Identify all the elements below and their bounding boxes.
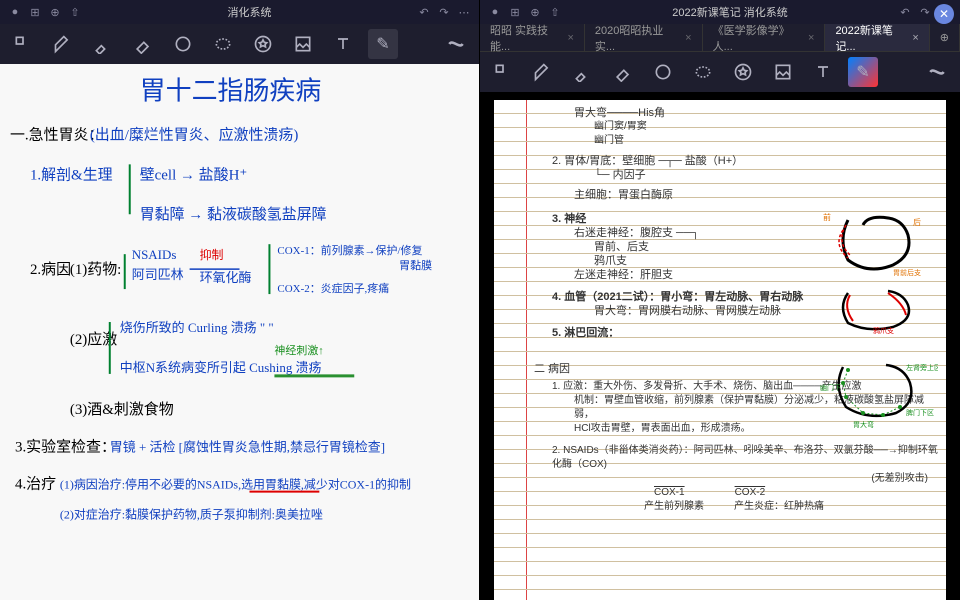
left-toolbar: ✎ [0,24,479,64]
color-pen-tool[interactable]: ✎ [368,29,398,59]
record-icon[interactable]: ● [488,5,502,19]
grid-icon[interactable]: ⊞ [28,5,42,19]
close-pane-button[interactable]: ✕ [934,4,954,24]
color-pen-tool[interactable]: ✎ [848,57,878,87]
select-tool[interactable] [488,57,518,87]
svg-text:胃大弯: 胃大弯 [853,420,874,429]
add-icon[interactable]: ⊕ [528,5,542,19]
highlighter-tool[interactable] [88,29,118,59]
image-tool[interactable] [768,57,798,87]
upload-icon[interactable]: ⇧ [548,5,562,19]
svg-text:COX-1：前列腺素→保护/修复: COX-1：前列腺素→保护/修复 [277,243,422,257]
star-tool[interactable] [248,29,278,59]
lasso-tool[interactable] [688,57,718,87]
pen-tool[interactable] [528,57,558,87]
grid-icon[interactable]: ⊞ [508,5,522,19]
left-canvas[interactable]: 胃十二指肠疾病 一.急性胃炎： (出血/糜烂性胃炎、应激性溃疡) 1.解剖&生理… [0,64,479,600]
svg-text:抑制: 抑制 [200,247,224,262]
close-icon[interactable]: × [912,32,918,44]
right-title: 2022新课笔记 消化系统 [568,4,892,20]
svg-text:(出血/糜烂性胃炎、应激性溃疡): (出血/糜烂性胃炎、应激性溃疡) [90,125,299,143]
svg-text:胃镜 + 活检 [腐蚀性胃炎急性期,禁忌行胃镜检查]: 胃镜 + 活检 [腐蚀性胃炎急性期,禁忌行胃镜检查] [110,440,385,455]
image-tool[interactable] [288,29,318,59]
svg-text:胃黏膜: 胃黏膜 [399,258,432,272]
select-tool[interactable] [8,29,38,59]
svg-text:左肾旁上区: 左肾旁上区 [906,363,938,372]
svg-text:1.解剖&生理: 1.解剖&生理 [30,166,113,183]
svg-text:脾门下区: 脾门下区 [906,408,934,417]
tab-2[interactable]: 《医学影像学》人...× [703,24,826,51]
undo-icon[interactable]: ↶ [417,5,431,19]
highlighter-tool[interactable] [568,57,598,87]
svg-text:烧伤所致的 Curling 溃疡 " ": 烧伤所致的 Curling 溃疡 " " [120,320,274,335]
pen-tool[interactable] [48,29,78,59]
lasso-tool[interactable] [208,29,238,59]
svg-text:3.实验室检查：: 3.实验室检查： [15,439,116,456]
add-icon[interactable]: ⊕ [48,5,62,19]
add-tab[interactable]: ⊕ [930,24,960,51]
svg-text:(2)对症治疗:黏膜保护药物,质子泵抑制剂:奥美拉唑: (2)对症治疗:黏膜保护药物,质子泵抑制剂:奥美拉唑 [60,507,323,522]
right-toolbar: ✎ [480,52,960,92]
redo-icon[interactable]: ↷ [918,5,932,19]
left-top-bar: ● ⊞ ⊕ ⇧ 消化系统 ↶ ↷ ⋯ [0,0,479,24]
svg-text:(1)病因治疗:停用不必要的NSAIDs,选用胃黏膜,减少对: (1)病因治疗:停用不必要的NSAIDs,选用胃黏膜,减少对COX-1的抑制 [60,477,411,492]
svg-text:中枢N系统病变所引起 Cushing 溃疡: 中枢N系统病变所引起 Cushing 溃疡 [120,360,322,375]
more-icon[interactable]: ⋯ [457,5,471,19]
svg-text:胃前后支: 胃前后支 [893,268,921,277]
svg-text:壁cell → 盐酸H⁺: 壁cell → 盐酸H⁺ [140,166,248,183]
stomach-diagram-1: 前 后 胃前后支 [818,210,938,280]
redo-icon[interactable]: ↷ [437,5,451,19]
svg-text:2.病因: 2.病因 [30,261,71,278]
tab-3[interactable]: 2022新课笔记...× [825,24,929,51]
star-tool[interactable] [728,57,758,87]
text-tool[interactable] [328,29,358,59]
close-icon[interactable]: × [808,32,814,44]
svg-text:前: 前 [823,212,831,222]
stroke-icon[interactable] [441,29,471,59]
stroke-icon[interactable] [922,57,952,87]
shape-tool[interactable] [648,57,678,87]
shape-tool[interactable] [168,29,198,59]
svg-text:幽门下: 幽门下 [820,383,841,392]
svg-text:后: 后 [913,217,921,227]
close-icon[interactable]: × [685,32,691,44]
svg-text:胃黏障 → 黏液碳酸氢盐屏障: 胃黏障 → 黏液碳酸氢盐屏障 [140,205,327,223]
text-tool[interactable] [808,57,838,87]
left-title: 消化系统 [88,4,411,20]
stomach-diagram-2: 鸦爪支 [818,285,938,335]
record-icon[interactable]: ● [8,5,22,19]
svg-text:NSAIDs: NSAIDs [132,247,177,262]
right-top-bar: ● ⊞ ⊕ ⇧ 2022新课笔记 消化系统 ↶ ↷ ⋯ [480,0,960,24]
svg-text:环氧化酶: 环氧化酶 [200,270,252,285]
svg-text:鸦爪支: 鸦爪支 [873,326,894,335]
left-pane: ● ⊞ ⊕ ⇧ 消化系统 ↶ ↷ ⋯ ✎ 胃十二指肠疾病 一.急性胃炎： (出血… [0,0,480,600]
undo-icon[interactable]: ↶ [898,5,912,19]
svg-text:(1)药物:: (1)药物: [70,261,122,278]
tab-0[interactable]: 昭昭 实践技能...× [480,24,585,51]
right-paper[interactable]: 胃大弯────His角 幽门窦/胃窦 幽门管 2. 胃体/胃底：壁细胞 ─┬─ … [494,100,946,600]
svg-text:4.治疗: 4.治疗 [15,476,56,493]
eraser-tool[interactable] [608,57,638,87]
svg-text:神经刺激↑: 神经刺激↑ [274,343,323,357]
close-icon[interactable]: × [567,32,573,44]
tab-1[interactable]: 2020昭昭执业 实...× [585,24,703,51]
svg-text:(3)酒&刺激食物: (3)酒&刺激食物 [70,401,174,418]
stomach-diagram-3: 幽门下 胃大弯 左肾旁上区 脾门下区 [818,355,938,430]
svg-text:COX-2：炎症因子,疼痛: COX-2：炎症因子,疼痛 [277,281,389,295]
right-tabs: 昭昭 实践技能...× 2020昭昭执业 实...× 《医学影像学》人...× … [480,24,960,52]
eraser-tool[interactable] [128,29,158,59]
upload-icon[interactable]: ⇧ [68,5,82,19]
hw-title: 胃十二指肠疾病 [140,76,322,105]
right-pane: ● ⊞ ⊕ ⇧ 2022新课笔记 消化系统 ↶ ↷ ⋯ ✕ 昭昭 实践技能...… [480,0,960,600]
svg-text:阿司匹林: 阿司匹林 [132,267,184,282]
